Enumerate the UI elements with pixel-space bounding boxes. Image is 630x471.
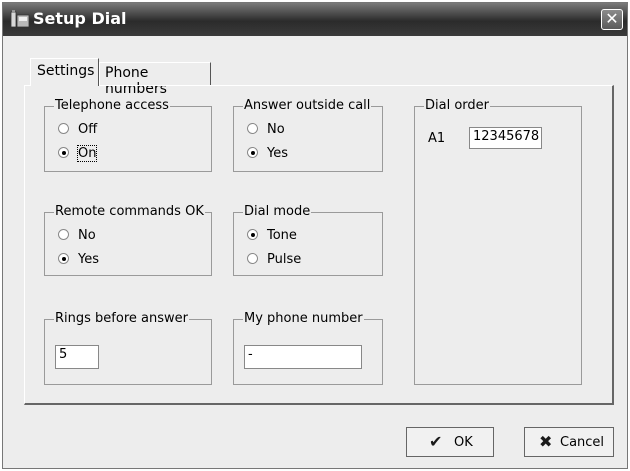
window-title: Setup Dial (33, 9, 127, 28)
radio-label: Yes (78, 252, 99, 267)
dial-order-group: Dial order A1 12345678 (414, 98, 582, 385)
dial-mode-group: Dial mode Tone Pulse (233, 204, 383, 276)
rings-before-answer-input[interactable]: 5 (55, 345, 99, 369)
radio-label: No (267, 122, 285, 137)
phone-setup-icon (10, 10, 30, 28)
rings-before-answer-title: Rings before answer (54, 311, 189, 326)
radio-label: No (78, 228, 96, 243)
radio-label: Off (78, 122, 98, 137)
close-button[interactable]: ✕ (601, 9, 623, 30)
setup-dial-window: Setup Dial ✕ Settings Phone numbers Tele… (2, 2, 628, 469)
cancel-button-label: Cancel (560, 435, 605, 450)
my-phone-number-title: My phone number (243, 311, 364, 326)
tab-settings-label: Settings (37, 63, 95, 79)
answer-outside-call-title: Answer outside call (243, 98, 372, 113)
telephone-access-group: Telephone access Off On (44, 98, 212, 172)
radio-off-indicator (247, 123, 258, 134)
remote-commands-title: Remote commands OK (54, 204, 205, 219)
radio-label: On (76, 145, 98, 162)
tab-settings[interactable]: Settings (30, 58, 99, 86)
radio-on-indicator (58, 147, 69, 158)
ok-button-label: OK (454, 435, 473, 450)
answer-outside-call-group: Answer outside call No Yes (233, 98, 383, 172)
settings-panel: Telephone access Off On Answer outside c… (24, 85, 614, 405)
tab-phone-numbers[interactable]: Phone numbers (99, 62, 211, 97)
radio-on-indicator (247, 147, 258, 158)
dial-order-entry-label: A1 (428, 131, 446, 146)
my-phone-number-input[interactable]: - (244, 345, 362, 369)
title-bar[interactable]: Setup Dial ✕ (3, 3, 627, 36)
close-icon: ✕ (605, 9, 619, 28)
remote-commands-group: Remote commands OK No Yes (44, 204, 212, 276)
dial-order-title: Dial order (424, 98, 490, 113)
radio-off-indicator (247, 253, 258, 264)
radio-label: Tone (267, 228, 297, 243)
dial-order-entry-input[interactable]: 12345678 (469, 127, 542, 149)
my-phone-number-group: My phone number - (233, 311, 383, 385)
radio-on-indicator (58, 253, 69, 264)
ok-button[interactable]: ✔ OK (406, 427, 494, 457)
cancel-button[interactable]: ✖ Cancel (524, 427, 614, 457)
radio-off-indicator (58, 123, 69, 134)
radio-off-indicator (58, 229, 69, 240)
dial-mode-title: Dial mode (243, 204, 312, 219)
checkmark-icon: ✔ (429, 432, 443, 451)
radio-label: Pulse (267, 252, 302, 267)
rings-before-answer-group: Rings before answer 5 (44, 311, 212, 385)
radio-on-indicator (247, 229, 258, 240)
radio-label: Yes (267, 146, 288, 161)
x-mark-icon: ✖ (539, 432, 553, 451)
telephone-access-title: Telephone access (54, 98, 170, 113)
